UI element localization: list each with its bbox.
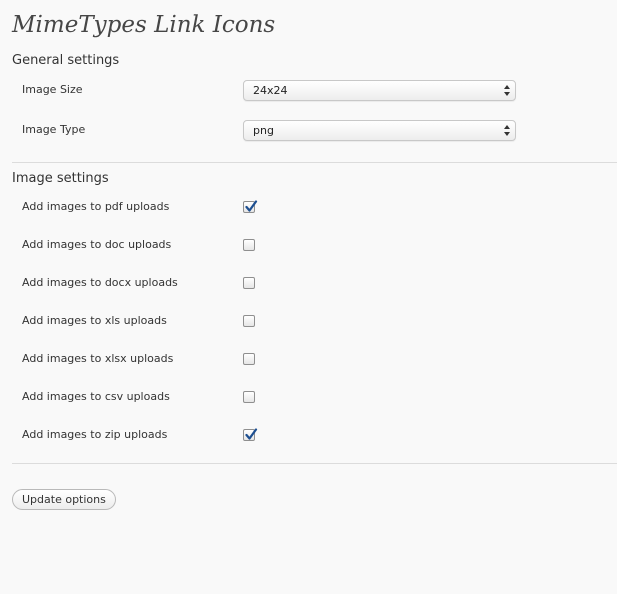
image-size-label: Image Size [22,83,83,96]
doc-uploads-checkbox[interactable] [243,239,255,251]
checkmark-icon [245,428,258,440]
section-divider [12,162,617,163]
checkmark-icon [245,200,258,212]
xlsx-uploads-checkbox[interactable] [243,353,255,365]
doc-uploads-label: Add images to doc uploads [22,238,172,251]
xlsx-uploads-label: Add images to xlsx uploads [22,352,174,365]
page-title: MimeTypes Link Icons [12,12,276,38]
zip-uploads-checkbox[interactable] [243,428,258,441]
update-options-button[interactable]: Update options [12,489,116,510]
select-arrows-icon [504,125,510,136]
zip-uploads-label: Add images to zip uploads [22,428,168,441]
docx-uploads-label: Add images to docx uploads [22,276,178,289]
section-divider [12,463,617,464]
select-arrows-icon [504,85,510,96]
pdf-uploads-checkbox[interactable] [243,200,258,213]
image-settings-heading: Image settings [12,171,109,186]
csv-uploads-checkbox[interactable] [243,391,255,403]
xls-uploads-label: Add images to xls uploads [22,314,167,327]
pdf-uploads-label: Add images to pdf uploads [22,200,170,213]
xls-uploads-checkbox[interactable] [243,315,255,327]
image-size-select[interactable]: 24x24 [243,80,516,101]
image-type-value: png [253,124,274,137]
image-type-label: Image Type [22,123,86,136]
general-settings-heading: General settings [12,53,120,68]
csv-uploads-label: Add images to csv uploads [22,390,170,403]
docx-uploads-checkbox[interactable] [243,277,255,289]
image-type-select[interactable]: png [243,120,516,141]
image-size-value: 24x24 [253,84,288,97]
